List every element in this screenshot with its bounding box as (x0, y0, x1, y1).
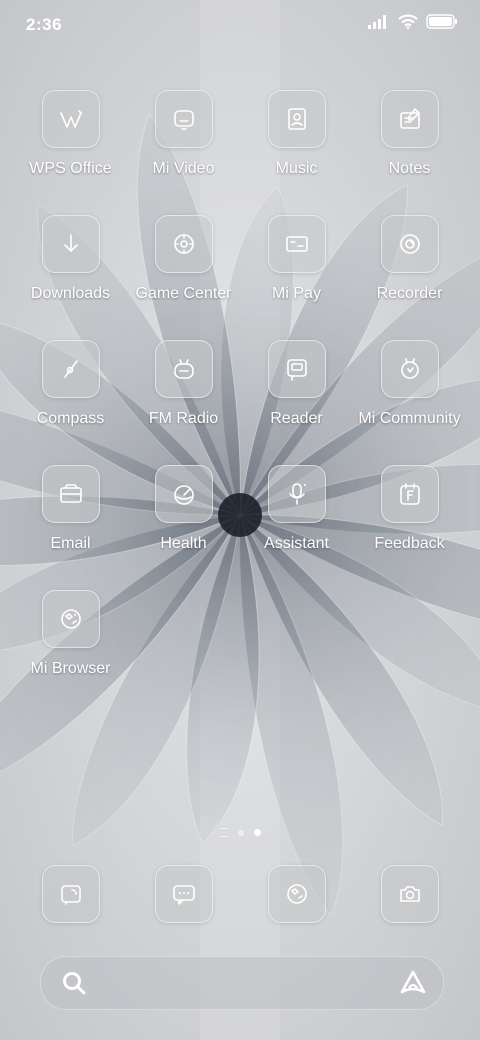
wifi-icon (398, 14, 418, 29)
dock-tile[interactable] (154, 865, 213, 923)
app-tile[interactable] (41, 465, 100, 523)
dock-messages[interactable] (127, 865, 240, 925)
app-tile[interactable] (154, 340, 213, 398)
app-tile[interactable] (380, 90, 439, 148)
downloads-icon (63, 234, 78, 252)
app-mi-community[interactable]: Mi Community (353, 340, 466, 460)
email-icon (59, 484, 82, 503)
app-tile[interactable] (267, 90, 326, 148)
game-center-icon (173, 234, 194, 254)
status-time: 2:36 (26, 15, 63, 34)
app-label: Compass (36, 410, 105, 427)
assistant-logo-icon[interactable] (399, 969, 427, 997)
app-mi-video[interactable]: Mi Video (127, 90, 240, 210)
app-recorder[interactable]: Recorder (353, 215, 466, 335)
music-icon (287, 108, 306, 130)
search-bar[interactable] (40, 956, 444, 1010)
app-tile[interactable] (154, 215, 213, 273)
wps-office-icon (59, 110, 82, 128)
app-feedback[interactable]: Feedback (353, 465, 466, 585)
app-label: Mi Pay (272, 285, 321, 302)
app-tile[interactable] (154, 465, 213, 523)
app-label: Music (275, 160, 318, 177)
camera-icon (399, 886, 420, 902)
mi-community-icon (400, 358, 419, 379)
app-music[interactable]: Music (240, 90, 353, 210)
mi-video-icon (173, 110, 194, 130)
app-tile[interactable] (380, 465, 439, 523)
app-tile[interactable] (267, 340, 326, 398)
dock-tile[interactable] (267, 865, 326, 923)
app-label: FM Radio (148, 410, 219, 427)
app-label: Feedback (374, 535, 445, 552)
app-downloads[interactable]: Downloads (14, 215, 127, 335)
app-label: WPS Office (29, 160, 112, 177)
signal-icon (368, 14, 386, 29)
dock-tile[interactable] (41, 865, 100, 923)
app-label: Health (160, 535, 207, 552)
page-indicator-dot-active[interactable] (253, 829, 261, 836)
app-reader[interactable]: Reader (240, 340, 353, 460)
notes-icon (399, 108, 420, 129)
dock-camera[interactable] (353, 865, 466, 925)
page-indicator-feed[interactable] (219, 828, 228, 837)
health-icon (173, 485, 194, 505)
dock-tile[interactable] (380, 865, 439, 923)
app-email[interactable]: Email (14, 465, 127, 585)
dock-phone[interactable] (14, 865, 127, 925)
page-indicator (0, 828, 480, 837)
assistant-icon (288, 483, 306, 505)
app-label: Reader (270, 410, 323, 427)
app-health[interactable]: Health (127, 465, 240, 585)
app-tile[interactable] (41, 340, 100, 398)
app-label: Mi Video (152, 160, 215, 177)
app-tile[interactable] (41, 590, 100, 648)
app-fm-radio[interactable]: FM Radio (127, 340, 240, 460)
fm-radio-icon (173, 359, 194, 379)
app-tile[interactable] (380, 215, 439, 273)
dock-browser[interactable] (240, 865, 353, 925)
app-wps-office[interactable]: WPS Office (14, 90, 127, 210)
app-tile[interactable] (267, 215, 326, 273)
feedback-icon (399, 483, 420, 505)
app-assistant[interactable]: Assistant (240, 465, 353, 585)
phone-icon (60, 885, 81, 905)
app-label: Mi Browser (30, 660, 111, 677)
app-mi-pay[interactable]: Mi Pay (240, 215, 353, 335)
page-indicator-dot[interactable] (237, 829, 244, 836)
app-label: Downloads (30, 285, 111, 302)
compass-icon (63, 360, 78, 378)
mi-pay-icon (285, 236, 308, 252)
app-tile[interactable] (380, 340, 439, 398)
app-label: Game Center (135, 285, 232, 302)
app-label: Email (50, 535, 91, 552)
recorder-icon (399, 234, 420, 254)
app-notes[interactable]: Notes (353, 90, 466, 210)
dock (0, 865, 480, 925)
app-compass[interactable]: Compass (14, 340, 127, 460)
app-tile[interactable] (41, 90, 100, 148)
app-label: Notes (388, 160, 431, 177)
app-tile[interactable] (41, 215, 100, 273)
status-bar: 2:36 (0, 0, 480, 52)
browser-icon (286, 884, 307, 904)
app-game-center[interactable]: Game Center (127, 215, 240, 335)
app-label: Assistant (264, 535, 329, 552)
app-tile[interactable] (154, 90, 213, 148)
search-icon[interactable] (61, 970, 87, 996)
app-label: Recorder (376, 285, 443, 302)
mi-browser-icon (60, 609, 81, 629)
app-tile[interactable] (267, 465, 326, 523)
app-label: Mi Community (358, 410, 461, 427)
battery-icon (426, 14, 457, 29)
reader-icon (286, 359, 307, 381)
messages-icon (172, 885, 195, 905)
app-mi-browser[interactable]: Mi Browser (14, 590, 127, 710)
